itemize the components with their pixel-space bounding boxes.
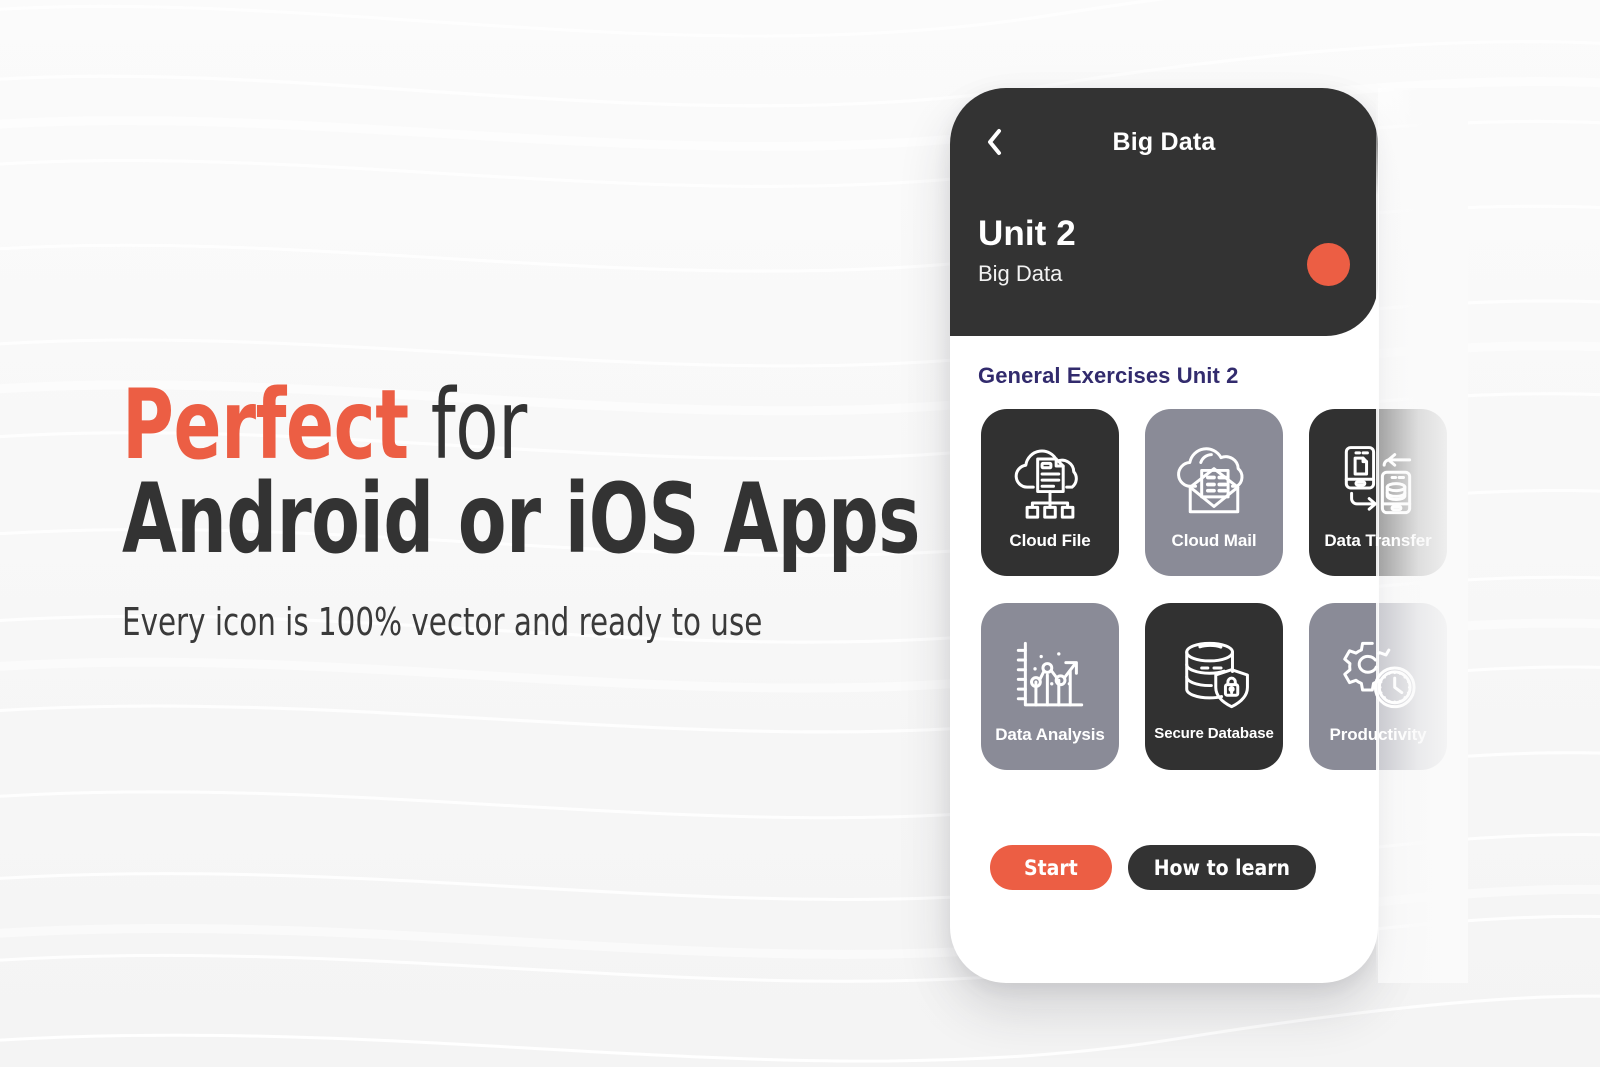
back-button[interactable] [972, 120, 1016, 164]
data-analysis-icon [1004, 629, 1096, 721]
unit-subtitle: Big Data [978, 260, 1063, 286]
tile-label: Cloud Mail [1171, 531, 1257, 550]
marketing-subcopy: Every icon is 100% vector and ready to u… [122, 600, 763, 645]
tile-label: Secure Database [1154, 725, 1274, 742]
tile-productivity[interactable]: Productivity [1309, 603, 1447, 770]
cloud-mail-icon [1168, 435, 1260, 527]
tile-secure-database[interactable]: Secure Database [1145, 603, 1283, 770]
unit-hero: Unit 2 Big Data [978, 214, 1076, 287]
exercise-tile-grid: Cloud File Cloud Mail Data Transfer Data… [981, 409, 1481, 770]
how-to-learn-button[interactable]: How to learn [1127, 845, 1316, 890]
tile-label: Data Analysis [995, 725, 1105, 744]
section-heading: General Exercises Unit 2 [978, 363, 1239, 388]
action-buttons: Start How to learn [990, 845, 1316, 890]
cloud-file-icon [1004, 435, 1096, 527]
headline-line-1: Perfect for [122, 377, 745, 473]
productivity-icon [1332, 629, 1424, 721]
start-button[interactable]: Start [990, 845, 1112, 890]
app-header: Big Data Unit 2 Big Data [950, 88, 1378, 336]
tile-cloud-file[interactable]: Cloud File [981, 409, 1119, 576]
phone-mockup: Big Data Unit 2 Big Data General Exercis… [950, 88, 1468, 983]
page-root: Perfect for Android or iOS Apps Every ic… [0, 0, 1600, 1067]
secure-database-icon [1168, 629, 1260, 721]
tile-cloud-mail[interactable]: Cloud Mail [1145, 409, 1283, 576]
marketing-copy: Perfect for Android or iOS Apps Every ic… [122, 377, 921, 645]
tile-label: Productivity [1329, 725, 1427, 744]
tile-data-analysis[interactable]: Data Analysis [981, 603, 1119, 770]
tile-label: Cloud File [1009, 531, 1091, 550]
orange-status-dot [1307, 243, 1350, 286]
headline-line-2: Android or iOS Apps [122, 463, 921, 576]
tile-label: Data Transfer [1324, 531, 1432, 550]
data-transfer-icon [1332, 435, 1424, 527]
navigation-bar: Big Data [950, 116, 1378, 168]
unit-title: Unit 2 [978, 214, 1076, 253]
phone-screen: Big Data Unit 2 Big Data General Exercis… [950, 88, 1468, 983]
tile-data-transfer[interactable]: Data Transfer [1309, 409, 1447, 576]
chevron-left-icon [983, 127, 1005, 157]
